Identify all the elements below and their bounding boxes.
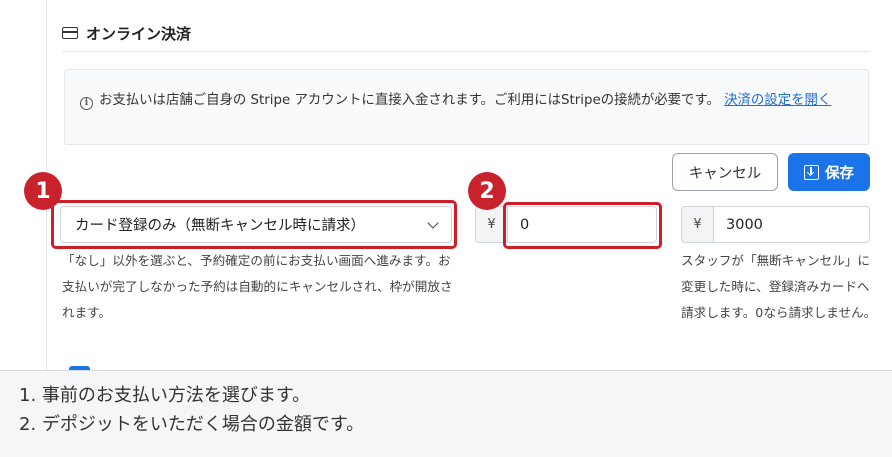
credit-card-icon	[62, 27, 78, 39]
step-marker-1: 1	[24, 172, 62, 210]
highlight-deposit-amount	[503, 202, 662, 249]
stripe-info-notice: i お支払いは店舗ご自身の Stripe アカウントに直接入金されます。ご利用には…	[64, 69, 869, 145]
header-divider	[62, 51, 870, 52]
section-title: オンライン決済	[86, 24, 192, 43]
no-show-fee-currency-addon: ¥	[681, 206, 713, 243]
no-show-fee-value: 3000	[726, 216, 763, 233]
save-button[interactable]: 保存	[788, 153, 870, 191]
caption-line-1: 1. 事前のお支払い方法を選びます。	[19, 385, 311, 406]
cancel-button-label: キャンセル	[688, 165, 762, 182]
highlight-payment-method	[51, 200, 457, 249]
caption-line-2: 2. デポジットをいただく場合の金額です。	[19, 414, 365, 435]
section-header: オンライン決済	[62, 18, 191, 48]
payment-settings-link[interactable]: 決済の設定を開く	[724, 93, 831, 108]
cancel-button[interactable]: キャンセル	[672, 153, 778, 191]
payment-method-help: 「なし」以外を選ぶと、予約確定の前にお支払い画面へ進みます。お支払いが完了しなか…	[62, 253, 453, 320]
save-download-icon	[804, 164, 819, 180]
save-button-label: 保存	[825, 165, 854, 182]
no-show-fee-input[interactable]: 3000	[713, 206, 870, 243]
info-text: お支払いは店舗ご自身の Stripe アカウントに直接入金されます。ご利用にはS…	[99, 93, 720, 108]
payment-settings-screenshot: オンライン決済 i お支払いは店舗ご自身の Stripe アカウントに直接入金され…	[0, 0, 892, 370]
info-icon: i	[80, 97, 93, 110]
no-show-fee-help: スタッフが「無断キャンセル」に変更した時に、登録済みカードへ請求します。0なら請…	[681, 253, 877, 320]
caption-panel: 1. 事前のお支払い方法を選びます。 2. デポジットをいただく場合の金額です。	[0, 370, 892, 457]
step-marker-2: 2	[468, 172, 506, 210]
